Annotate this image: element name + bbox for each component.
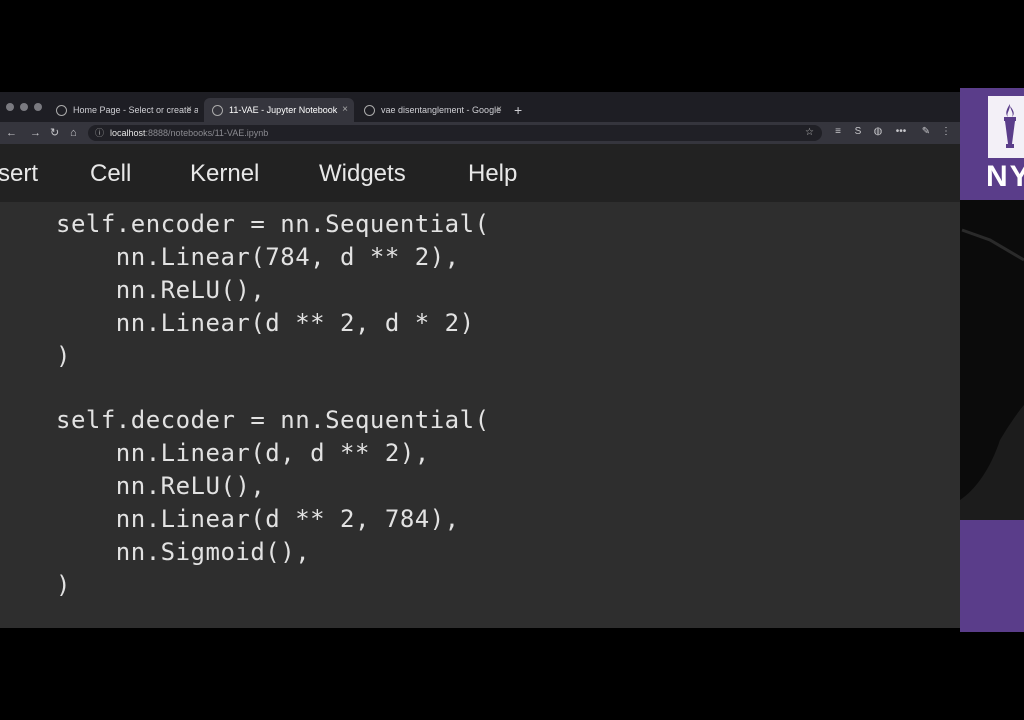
- address-bar: ← → ↻ ⌂ ⓘ localhost:8888/notebooks/11-VA…: [0, 122, 960, 144]
- menu-kernel[interactable]: Kernel: [190, 160, 259, 188]
- code-line: nn.Linear(d ** 2, d * 2): [56, 309, 475, 337]
- tab-home-page[interactable]: Home Page - Select or create a ×: [48, 98, 198, 122]
- code-line: self.decoder = nn.Sequential(: [56, 406, 490, 434]
- code-line: nn.ReLU(),: [56, 276, 266, 304]
- bookmark-star-icon[interactable]: ☆: [805, 125, 814, 141]
- close-icon[interactable]: ×: [342, 98, 348, 122]
- video-sidebar: NY: [960, 88, 1024, 632]
- new-tab-button[interactable]: +: [514, 98, 522, 122]
- tab-11-vae[interactable]: 11-VAE - Jupyter Notebook ×: [204, 98, 354, 122]
- extension-s-icon[interactable]: S: [852, 126, 864, 138]
- notebook-menubar: sert Cell Kernel Widgets Help: [0, 144, 960, 203]
- menu-help[interactable]: Help: [468, 160, 517, 188]
- nyu-logo: NY: [986, 96, 1024, 198]
- reload-icon[interactable]: ↻: [50, 125, 59, 141]
- extension-circle-icon[interactable]: ◍: [872, 126, 884, 138]
- url-host: localhost: [110, 128, 146, 138]
- url-input[interactable]: ⓘ localhost:8888/notebooks/11-VAE.ipynb …: [88, 125, 822, 141]
- info-icon[interactable]: ⓘ: [95, 125, 104, 141]
- code-cell[interactable]: self.encoder = nn.Sequential( nn.Linear(…: [0, 202, 960, 628]
- menu-widgets[interactable]: Widgets: [319, 160, 406, 188]
- tab-google-search[interactable]: vae disentanglement - Google ×: [356, 98, 508, 122]
- extension-dots-icon[interactable]: •••: [892, 126, 910, 138]
- close-icon[interactable]: ×: [186, 98, 192, 122]
- tab-label: 11-VAE - Jupyter Notebook: [229, 105, 338, 115]
- menu-insert[interactable]: sert: [0, 160, 38, 188]
- presenter-video: [960, 200, 1024, 520]
- window-maximize-dot[interactable]: [34, 103, 42, 111]
- logo-text: NY: [986, 160, 1024, 193]
- jupyter-icon: [56, 105, 67, 117]
- extension-pen-icon[interactable]: ✎: [920, 126, 932, 138]
- window-close-dot[interactable]: [6, 103, 14, 111]
- code-line: nn.Linear(784, d ** 2),: [56, 243, 460, 271]
- browser-window: Home Page - Select or create a × 11-VAE …: [0, 92, 960, 628]
- forward-arrow-icon[interactable]: →: [30, 125, 41, 141]
- extension-list-icon[interactable]: ≡: [832, 126, 844, 138]
- tab-label: Home Page - Select or create a: [73, 105, 198, 115]
- url-path: :8888/notebooks/11-VAE.ipynb: [145, 128, 269, 138]
- tab-label: vae disentanglement - Google: [381, 105, 502, 115]
- code-line: nn.Linear(d ** 2, 784),: [56, 505, 460, 533]
- home-icon[interactable]: ⌂: [70, 125, 77, 141]
- close-icon[interactable]: ×: [496, 98, 502, 122]
- tab-bar: Home Page - Select or create a × 11-VAE …: [0, 92, 960, 122]
- jupyter-icon: [212, 105, 223, 117]
- torch-icon: [988, 96, 1024, 158]
- back-arrow-icon[interactable]: ←: [6, 125, 17, 141]
- code-line: nn.Sigmoid(),: [56, 538, 311, 566]
- code-line: ): [56, 342, 71, 370]
- code-line: nn.Linear(d, d ** 2),: [56, 439, 430, 467]
- browser-menu-icon[interactable]: ⋮: [940, 126, 952, 138]
- menu-cell[interactable]: Cell: [90, 160, 131, 188]
- google-icon: [364, 105, 375, 117]
- code-line: self.encoder = nn.Sequential(: [56, 210, 490, 238]
- code-line: nn.ReLU(),: [56, 472, 266, 500]
- window-minimize-dot[interactable]: [20, 103, 28, 111]
- code-line: ): [56, 571, 71, 599]
